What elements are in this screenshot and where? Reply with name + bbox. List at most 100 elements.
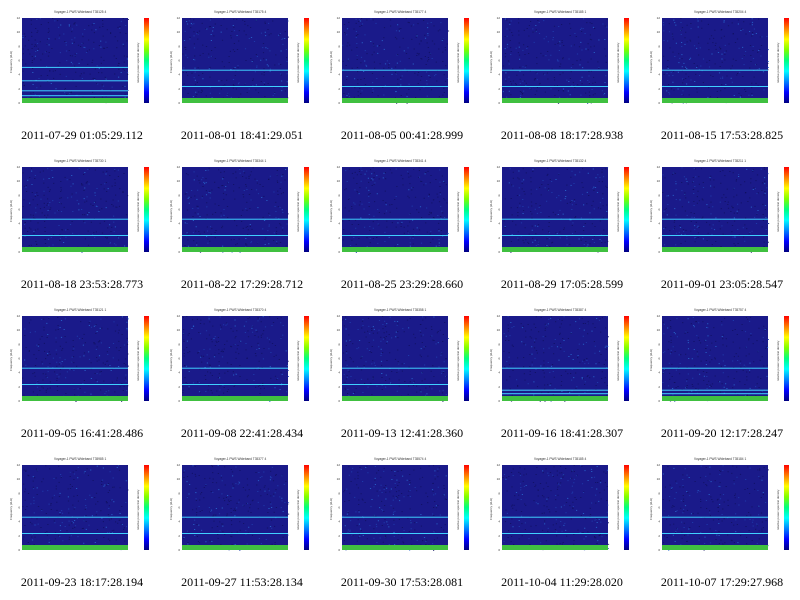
emission-line bbox=[662, 389, 768, 391]
spectrogram-image: Voyager-1 PWS Wideband T35204 4 Frequency… bbox=[649, 10, 789, 105]
gallery-item: Voyager-1 PWS Wideband T35175 4 Frequency… bbox=[162, 4, 322, 153]
colorbar bbox=[784, 167, 789, 252]
y-tick-label: 2 bbox=[178, 236, 180, 240]
emission-line bbox=[22, 533, 128, 534]
y-tick-label: 6 bbox=[178, 357, 180, 361]
emission-line bbox=[182, 69, 288, 71]
y-axis-label: Frequency (kHz) bbox=[169, 200, 173, 222]
y-tick-label: 8 bbox=[498, 491, 500, 495]
y-tick-label: 10 bbox=[337, 179, 341, 183]
emission-line bbox=[22, 95, 128, 97]
gallery-item: Voyager-1 PWS Wideband T35574 4 Frequency… bbox=[322, 451, 482, 600]
spectrogram-thumbnail[interactable]: Voyager-1 PWS Wideband T35185 1 Frequency… bbox=[486, 8, 636, 120]
y-tick-label: 2 bbox=[658, 385, 660, 389]
thumbnail-caption: 2011-08-18 23:53:28.773 bbox=[20, 277, 144, 291]
y-tick-label: 10 bbox=[17, 328, 21, 332]
spectrogram-thumbnail[interactable]: Voyager-1 PWS Wideband T35185 4 Frequency… bbox=[486, 455, 636, 567]
spectrogram-thumbnail[interactable]: Voyager-1 PWS Wideband T35344 1 Frequency… bbox=[166, 157, 316, 269]
spectrogram-thumbnail[interactable]: Voyager-1 PWS Wideband T35377 4 Frequency… bbox=[166, 455, 316, 567]
y-tick-label: 8 bbox=[338, 193, 340, 197]
y-axis-label: Frequency (kHz) bbox=[9, 200, 13, 222]
emission-line bbox=[342, 69, 448, 71]
y-tick-label: 10 bbox=[657, 328, 661, 332]
y-tick-label: 10 bbox=[337, 477, 341, 481]
spectrogram-thumbnail[interactable]: Voyager-1 PWS Wideband T35985 1 Frequency… bbox=[6, 455, 156, 567]
y-tick-label: 4 bbox=[18, 222, 20, 226]
spectrogram-thumbnail[interactable]: Voyager-1 PWS Wideband T35177 4 Frequency… bbox=[326, 8, 476, 120]
emission-line bbox=[22, 66, 128, 68]
spectrogram-thumbnail[interactable]: Voyager-1 PWS Wideband T35370 4 Frequency… bbox=[166, 306, 316, 418]
y-axis-label: Frequency (kHz) bbox=[9, 498, 13, 520]
y-tick-label: 0 bbox=[658, 101, 660, 105]
spectrogram-thumbnail[interactable]: Voyager-1 PWS Wideband T35358 1 Frequency… bbox=[326, 306, 476, 418]
emission-line bbox=[22, 80, 128, 82]
spectrogram-thumbnail[interactable]: Voyager-1 PWS Wideband T35341 4 Frequency… bbox=[326, 157, 476, 269]
spectrogram-thumbnail[interactable]: Voyager-1 PWS Wideband T35175 4 Frequency… bbox=[166, 8, 316, 120]
emission-line bbox=[182, 367, 288, 369]
spectrogram-thumbnail[interactable]: Voyager-1 PWS Wideband T35132 4 Frequency… bbox=[486, 157, 636, 269]
spectrogram-thumbnail[interactable]: Voyager-1 PWS Wideband T35204 4 Frequency… bbox=[646, 8, 796, 120]
spectrogram-thumbnail[interactable]: Voyager-1 PWS Wideband T35121 1 Frequency… bbox=[6, 306, 156, 418]
colorbar-label: relative power spectral density bbox=[616, 191, 620, 232]
colorbar bbox=[144, 465, 149, 550]
y-tick-label: 2 bbox=[18, 87, 20, 91]
y-tick-label: 8 bbox=[658, 44, 660, 48]
low-frequency-band bbox=[662, 247, 768, 252]
y-tick-label: 0 bbox=[178, 399, 180, 403]
low-frequency-band bbox=[342, 545, 448, 550]
low-frequency-band bbox=[502, 396, 608, 401]
emission-line bbox=[662, 516, 768, 518]
spectrogram-image: Voyager-1 PWS Wideband T35341 4 Frequency… bbox=[329, 159, 469, 254]
spectrogram-thumbnail[interactable]: Voyager-1 PWS Wideband T35757 4 Frequency… bbox=[646, 306, 796, 418]
y-axis-label: Frequency (kHz) bbox=[649, 498, 653, 520]
y-tick-label: 12 bbox=[497, 314, 501, 318]
y-tick-label: 12 bbox=[17, 314, 21, 318]
plot-title: Voyager-1 PWS Wideband T35341 4 bbox=[374, 159, 426, 163]
emission-line bbox=[502, 533, 608, 534]
spectrogram-thumbnail[interactable]: Voyager-1 PWS Wideband T35184 1 Frequency… bbox=[646, 455, 796, 567]
y-tick-label: 8 bbox=[18, 342, 20, 346]
emission-line bbox=[182, 235, 288, 236]
y-tick-label: 4 bbox=[338, 520, 340, 524]
thumbnail-caption: 2011-09-23 18:17:28.194 bbox=[20, 575, 144, 589]
spectrogram-image: Voyager-1 PWS Wideband T35184 1 Frequency… bbox=[649, 457, 789, 552]
spectrogram-thumbnail[interactable]: Voyager-1 PWS Wideband T35730 1 Frequency… bbox=[6, 157, 156, 269]
emission-line bbox=[22, 384, 128, 385]
y-tick-label: 4 bbox=[178, 371, 180, 375]
spectrogram-thumbnail[interactable]: Voyager-1 PWS Wideband T35125 4 Frequency… bbox=[6, 8, 156, 120]
colorbar-label: relative power spectral density bbox=[456, 42, 460, 83]
gallery-item: Voyager-1 PWS Wideband T35185 4 Frequency… bbox=[482, 451, 642, 600]
y-tick-label: 12 bbox=[177, 314, 181, 318]
y-tick-label: 6 bbox=[18, 208, 20, 212]
emission-line bbox=[502, 389, 608, 391]
y-tick-label: 10 bbox=[657, 30, 661, 34]
plot-title: Voyager-1 PWS Wideband T35211 1 bbox=[694, 159, 746, 163]
y-tick-label: 2 bbox=[658, 236, 660, 240]
colorbar bbox=[304, 465, 309, 550]
y-tick-label: 4 bbox=[178, 222, 180, 226]
colorbar bbox=[144, 167, 149, 252]
spectrogram-thumbnail[interactable]: Voyager-1 PWS Wideband T35211 1 Frequency… bbox=[646, 157, 796, 269]
spectrogram-thumbnail[interactable]: Voyager-1 PWS Wideband T35387 4 Frequency… bbox=[486, 306, 636, 418]
y-tick-label: 4 bbox=[338, 371, 340, 375]
plot-title: Voyager-1 PWS Wideband T35377 4 bbox=[214, 457, 266, 461]
thumbnail-caption: 2011-08-29 17:05:28.599 bbox=[500, 277, 624, 291]
emission-line bbox=[662, 533, 768, 534]
y-tick-label: 2 bbox=[178, 534, 180, 538]
emission-line bbox=[502, 218, 608, 220]
colorbar bbox=[624, 316, 629, 401]
thumbnail-caption: 2011-09-05 16:41:28.486 bbox=[20, 426, 144, 440]
low-frequency-band bbox=[22, 545, 128, 550]
y-tick-label: 10 bbox=[657, 179, 661, 183]
y-tick-label: 10 bbox=[497, 30, 501, 34]
spectrogram-thumbnail[interactable]: Voyager-1 PWS Wideband T35574 4 Frequency… bbox=[326, 455, 476, 567]
y-tick-label: 4 bbox=[18, 520, 20, 524]
y-tick-label: 12 bbox=[17, 165, 21, 169]
colorbar bbox=[144, 316, 149, 401]
y-tick-label: 4 bbox=[498, 222, 500, 226]
y-tick-label: 0 bbox=[18, 548, 20, 552]
y-tick-label: 2 bbox=[18, 385, 20, 389]
low-frequency-band bbox=[182, 247, 288, 252]
colorbar bbox=[304, 316, 309, 401]
y-tick-label: 8 bbox=[338, 342, 340, 346]
